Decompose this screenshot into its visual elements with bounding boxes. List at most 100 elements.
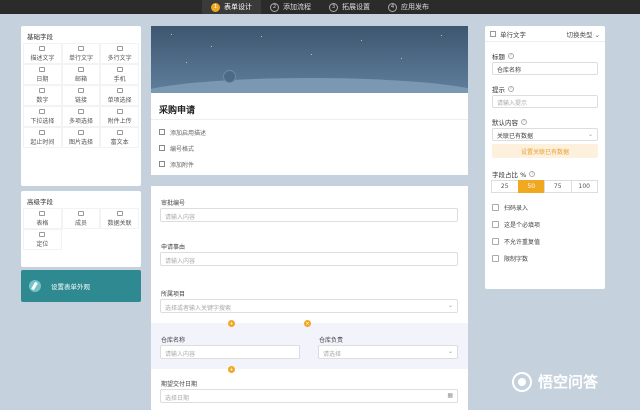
field-item-time-range[interactable]: 起止时间 bbox=[23, 127, 62, 148]
field-item-dropdown[interactable]: 下拉选择 bbox=[23, 106, 62, 127]
properties-header: 单行文字 切换类型 ⌄ bbox=[485, 26, 605, 42]
field-item-location[interactable]: 定位 bbox=[23, 229, 62, 250]
phone-icon bbox=[116, 66, 123, 72]
field-item-multi-choice[interactable]: 多项选择 bbox=[61, 106, 101, 127]
set-link-data-button[interactable]: 设置关联已有数据 bbox=[492, 144, 598, 158]
drag-handle-top[interactable]: + bbox=[228, 320, 235, 327]
location-icon bbox=[39, 231, 46, 237]
basic-fields-title: 基础字段 bbox=[27, 33, 53, 41]
field-delivery-date: 期望交付日期 选择日期 ▦ bbox=[151, 379, 468, 403]
properties-panel: 单行文字 切换类型 ⌄ 标题? 仓库名称 提示? 请输入提示 默认内容? 关联已… bbox=[485, 26, 605, 289]
advanced-fields-grid: 表格 成员 数据关联 定位 bbox=[21, 208, 141, 250]
option-add-description[interactable]: 添加启用描述 bbox=[159, 124, 460, 140]
field-item-number[interactable]: 数字 bbox=[23, 85, 62, 106]
field-item-multi-line[interactable]: 多行文字 bbox=[100, 43, 139, 64]
appearance-banner[interactable]: 设置表单外观 bbox=[21, 270, 141, 302]
warehouse-owner-select[interactable]: 请选择 ⌄ bbox=[318, 345, 458, 359]
calendar-icon bbox=[39, 66, 46, 72]
help-icon[interactable]: ? bbox=[508, 86, 514, 92]
table-icon bbox=[39, 210, 46, 216]
help-icon[interactable]: ? bbox=[529, 171, 536, 177]
star-dot bbox=[311, 54, 312, 55]
field-item-phone[interactable]: 手机 bbox=[100, 64, 139, 85]
option-number-format[interactable]: 编号格式 bbox=[159, 140, 460, 156]
scan-input-checkbox[interactable]: 扫码录入 bbox=[485, 199, 605, 216]
form-header-image bbox=[151, 26, 468, 93]
field-reason: 申请事由 请输入内容 bbox=[151, 242, 468, 266]
field-item-member[interactable]: 成员 bbox=[61, 208, 101, 229]
star-dot bbox=[441, 35, 442, 36]
option-add-attachment[interactable]: 添加附件 bbox=[159, 156, 460, 172]
limit-length-checkbox[interactable]: 限制字数 bbox=[485, 250, 605, 267]
dropdown-icon bbox=[39, 108, 46, 114]
step-form-design[interactable]: 1 表单设计 bbox=[202, 0, 261, 14]
chevron-down-icon: ⌄ bbox=[447, 302, 453, 309]
star-dot bbox=[186, 62, 187, 63]
checkbox-icon bbox=[492, 238, 499, 245]
field-item-single-line[interactable]: 单行文字 bbox=[61, 43, 101, 64]
chevron-down-icon: ⌄ bbox=[447, 348, 453, 355]
field-item-email[interactable]: 邮箱 bbox=[61, 64, 101, 85]
default-label: 默认内容? bbox=[492, 119, 527, 127]
text-icon bbox=[39, 45, 46, 51]
field-item-single-choice[interactable]: 单项选择 bbox=[100, 85, 139, 106]
delivery-date-input[interactable]: 选择日期 ▦ bbox=[160, 389, 458, 403]
field-item-link[interactable]: 链接 bbox=[61, 85, 101, 106]
user-icon bbox=[77, 210, 84, 216]
text-icon bbox=[116, 45, 123, 51]
field-item-attachment[interactable]: 附件上传 bbox=[100, 106, 139, 127]
width-option-100[interactable]: 100 bbox=[570, 180, 598, 193]
width-selector: 25 50 75 100 bbox=[491, 180, 598, 193]
star-dot bbox=[361, 40, 362, 41]
help-icon[interactable]: ? bbox=[508, 53, 514, 59]
paint-brush-icon bbox=[29, 280, 41, 292]
title-label: 标题? bbox=[492, 53, 514, 61]
no-duplicate-checkbox[interactable]: 不允许重复值 bbox=[485, 233, 605, 250]
field-item-table[interactable]: 表格 bbox=[23, 208, 62, 229]
reason-input[interactable]: 请输入内容 bbox=[160, 252, 458, 266]
image-icon bbox=[77, 129, 84, 135]
field-type-icon bbox=[490, 30, 496, 37]
default-select[interactable]: 关联已有数据 ⌄ bbox=[492, 128, 598, 141]
approval-number-input[interactable]: 请输入内容 bbox=[160, 208, 458, 222]
basic-fields-grid: 描述文字 单行文字 多行文字 日期 邮箱 手机 数字 链接 单项选择 下拉选择 … bbox=[21, 43, 141, 148]
field-warehouse-owner: 仓库负责 请选择 ⌄ bbox=[309, 335, 459, 359]
width-option-75[interactable]: 75 bbox=[544, 180, 572, 193]
required-checkbox[interactable]: 这是个必填项 bbox=[485, 216, 605, 233]
field-project: 所属项目 选择或者输入关键字搜索 ⌄ bbox=[151, 289, 468, 313]
field-item-image[interactable]: 图片选择 bbox=[61, 127, 101, 148]
help-icon[interactable]: ? bbox=[521, 119, 527, 125]
width-option-50[interactable]: 50 bbox=[517, 180, 545, 193]
project-select[interactable]: 选择或者输入关键字搜索 ⌄ bbox=[160, 299, 458, 313]
link-icon bbox=[77, 87, 84, 93]
attachment-icon bbox=[159, 161, 165, 167]
rich-text-icon bbox=[116, 129, 123, 135]
step-add-flow[interactable]: 2 添加流程 bbox=[261, 0, 320, 14]
drag-handle-bottom[interactable]: + bbox=[228, 366, 235, 373]
attachment-icon bbox=[116, 108, 123, 114]
field-approval-number: 审批编号 请输入内容 bbox=[151, 198, 468, 222]
star-dot bbox=[401, 58, 402, 59]
width-option-25[interactable]: 25 bbox=[491, 180, 519, 193]
title-input[interactable]: 仓库名称 bbox=[492, 62, 598, 75]
star-dot bbox=[171, 34, 172, 35]
form-options: 添加启用描述 编号格式 添加附件 bbox=[151, 119, 468, 175]
field-item-date[interactable]: 日期 bbox=[23, 64, 62, 85]
form-title[interactable]: 采购申请 bbox=[151, 93, 468, 119]
wukong-logo-icon bbox=[512, 371, 532, 392]
form-canvas: 采购申请 添加启用描述 编号格式 添加附件 审批编号 请输入内容 申请事由 请输… bbox=[151, 26, 468, 410]
advanced-fields-title: 高级字段 bbox=[27, 198, 53, 206]
hill-shape bbox=[151, 78, 468, 93]
form-fields: 审批编号 请输入内容 申请事由 请输入内容 所属项目 选择或者输入关键字搜索 ⌄ … bbox=[151, 186, 468, 410]
hint-input[interactable]: 请输入提示 bbox=[492, 95, 598, 108]
field-item-description[interactable]: 描述文字 bbox=[23, 43, 62, 64]
switch-type-button[interactable]: 切换类型 ⌄ bbox=[566, 29, 600, 39]
warehouse-name-input[interactable]: 请输入内容 bbox=[160, 345, 300, 359]
field-item-rich-text[interactable]: 富文本 bbox=[100, 127, 139, 148]
delete-field-button[interactable]: × bbox=[304, 320, 311, 327]
step-publish[interactable]: 4 应用发布 bbox=[379, 0, 438, 14]
hint-label: 提示? bbox=[492, 86, 514, 94]
step-extend-settings[interactable]: 3 拓展设置 bbox=[320, 0, 379, 14]
field-item-data-link[interactable]: 数据关联 bbox=[100, 208, 139, 229]
watermark: 悟空问答 bbox=[512, 371, 598, 392]
